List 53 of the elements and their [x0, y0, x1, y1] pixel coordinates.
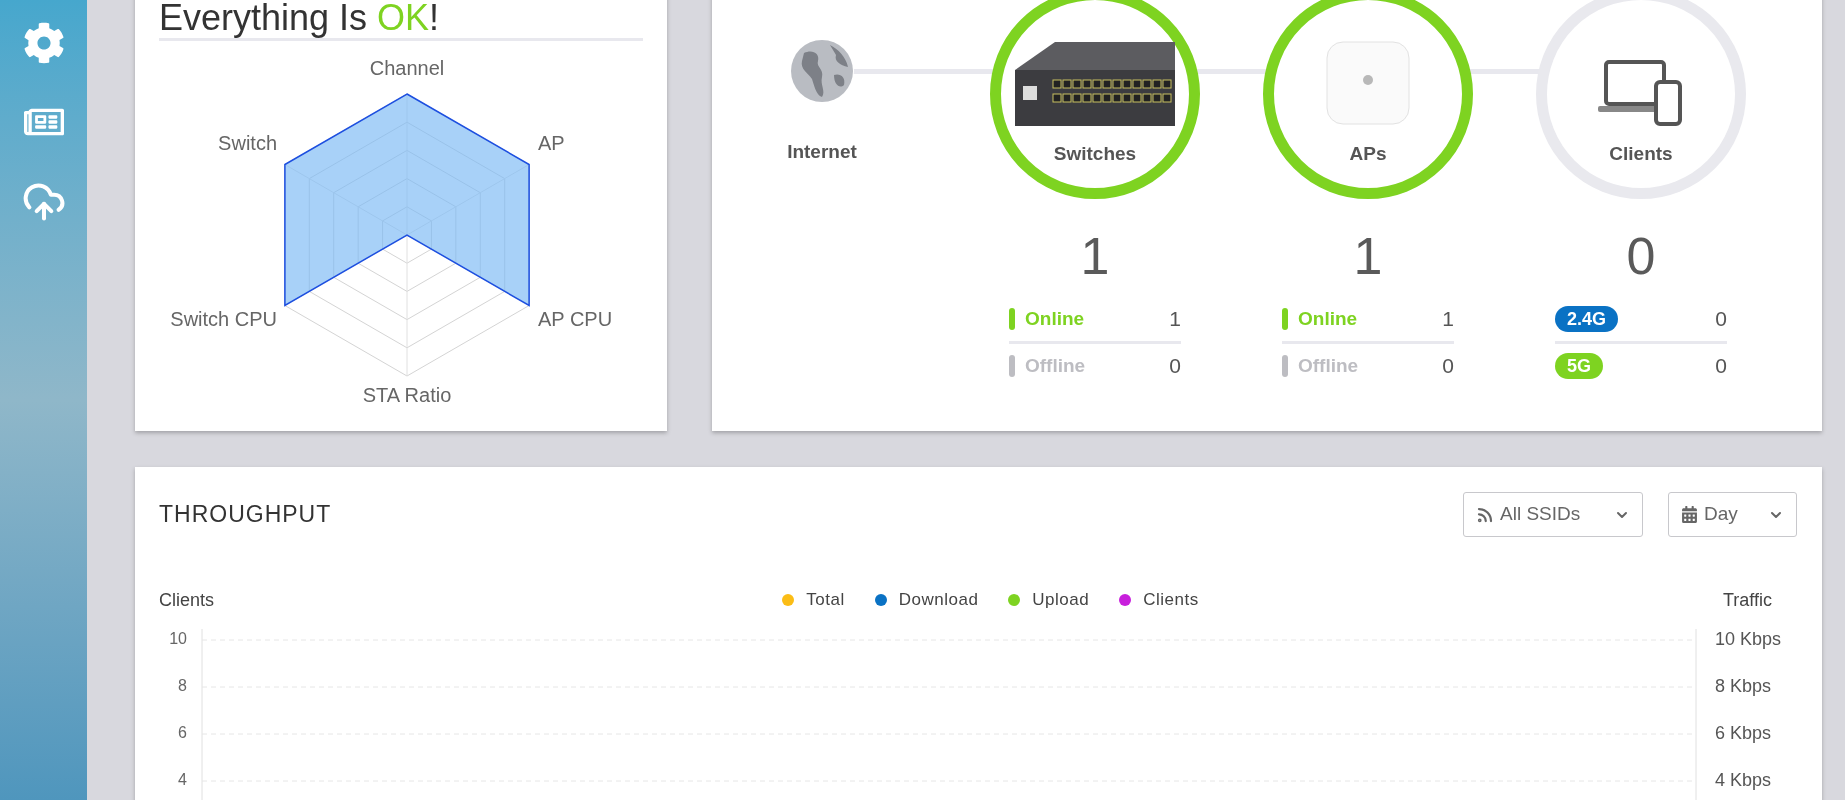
legend-label: Download — [898, 589, 979, 612]
status-count: 0 — [1442, 353, 1454, 380]
feed-icon — [1476, 505, 1494, 524]
filter-dropdown[interactable]: All SSIDs — [1463, 492, 1643, 537]
node-label: APs — [1349, 141, 1387, 166]
node-count: 1 — [1080, 227, 1110, 285]
status-count: 0 — [1169, 353, 1181, 380]
band-count: 0 — [1715, 353, 1727, 380]
legend-label: Upload — [1032, 589, 1090, 612]
laptop-phone-icon — [1598, 59, 1684, 126]
status-label: Offline — [1025, 353, 1086, 378]
y-tick-label: 4 — [178, 771, 187, 789]
node-label: Clients — [1609, 141, 1673, 166]
status-label: Offline — [1298, 353, 1359, 378]
radar-axis-label: STA Ratio — [362, 384, 452, 407]
filter-dropdown[interactable]: Day — [1668, 492, 1797, 537]
status-count: 1 — [1169, 306, 1181, 333]
band-count: 0 — [1715, 306, 1727, 333]
settings-icon[interactable] — [22, 22, 65, 64]
radar-axis-label: Channel — [369, 57, 445, 80]
status-label: Online — [1298, 306, 1358, 331]
node-count: 0 — [1626, 227, 1656, 285]
y-tick-label: 10 — [169, 630, 187, 648]
health-heading: Everything Is OK! — [159, 0, 440, 38]
node-ring[interactable]: APs — [1263, 0, 1473, 199]
node-count: 1 — [1353, 227, 1383, 285]
traffic-tick-label: 4 Kbps — [1715, 769, 1772, 790]
y-tick-label: 8 — [178, 677, 187, 695]
legend-label: Clients — [1143, 589, 1199, 612]
axis-title: Clients — [159, 588, 216, 612]
radar-axis-label: AP — [538, 132, 565, 155]
y-tick-label: 6 — [178, 724, 187, 742]
axis-title: Traffic — [1722, 588, 1772, 612]
calendar-icon — [1681, 506, 1698, 523]
traffic-tick-label: 10 Kbps — [1715, 628, 1782, 649]
node-label: Switches — [1053, 141, 1137, 166]
status-label: Online — [1025, 306, 1085, 331]
node-label: Internet — [787, 140, 857, 164]
band-badge: 5G — [1555, 353, 1603, 379]
legend-label: Total — [806, 589, 845, 612]
radar-axis-label: Switch — [218, 132, 277, 155]
traffic-tick-label: 8 Kbps — [1715, 675, 1772, 696]
traffic-tick-label: 6 Kbps — [1715, 722, 1772, 743]
node-ring[interactable]: Clients — [1536, 0, 1746, 199]
node-ring[interactable]: Switches — [990, 0, 1200, 199]
section-title: THROUGHPUT — [159, 500, 332, 530]
radar-axis-label: Switch CPU — [170, 308, 277, 331]
globe-icon — [790, 39, 854, 103]
access-point-icon — [1325, 39, 1411, 126]
switch-device-icon — [1015, 41, 1175, 126]
band-badge: 2.4G — [1555, 306, 1619, 332]
status-count: 1 — [1442, 306, 1454, 333]
radar-axis-label: AP CPU — [538, 308, 613, 331]
